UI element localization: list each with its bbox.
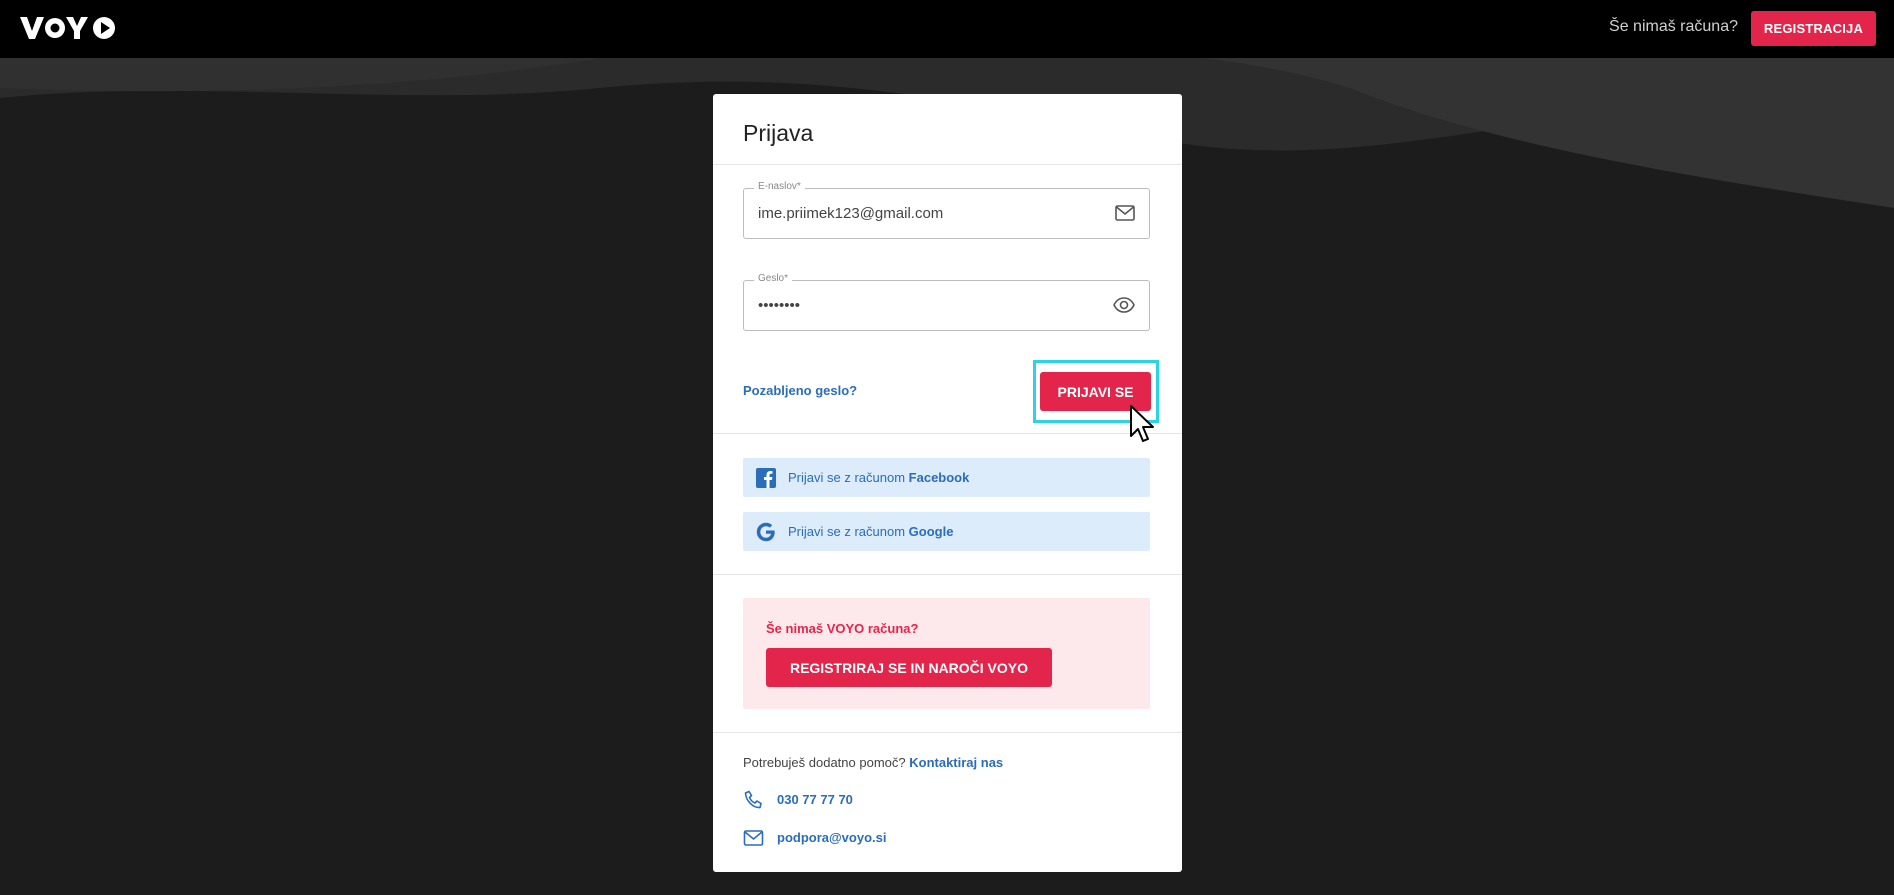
divider	[713, 574, 1182, 575]
register-button[interactable]: REGISTRACIJA	[1751, 11, 1876, 46]
phone-number: 030 77 77 70	[777, 792, 853, 807]
divider	[713, 433, 1182, 434]
email-input[interactable]	[758, 189, 1098, 238]
voyo-logo-mark	[20, 17, 115, 39]
facebook-login-button[interactable]: Prijavi se z računom Facebook	[743, 458, 1150, 497]
support-email: podpora@voyo.si	[777, 830, 887, 845]
email-field: E-naslov*	[743, 181, 1150, 239]
forgot-password-link[interactable]: Pozabljeno geslo?	[743, 383, 857, 398]
register-and-subscribe-button[interactable]: REGISTRIRAJ SE IN NAROČI VOYO	[766, 648, 1052, 687]
divider	[713, 732, 1182, 733]
facebook-login-label: Prijavi se z računom Facebook	[788, 470, 970, 485]
top-navigation-bar: Še nimaš računa? REGISTRACIJA	[0, 0, 1894, 58]
password-input[interactable]	[758, 281, 1098, 330]
signup-promo-box: Še nimaš VOYO računa? REGISTRIRAJ SE IN …	[743, 598, 1150, 709]
voyo-logo[interactable]	[20, 15, 116, 46]
google-icon	[756, 522, 776, 547]
facebook-icon	[756, 468, 776, 493]
envelope-icon	[743, 828, 765, 853]
password-field: Geslo*	[743, 273, 1150, 331]
login-card: Prijava E-naslov* Geslo* Pozabljeno gesl…	[713, 94, 1182, 872]
page-title: Prijava	[743, 120, 814, 146]
eye-icon[interactable]	[1113, 296, 1135, 319]
google-login-label: Prijavi se z računom Google	[788, 524, 954, 539]
promo-title: Še nimaš VOYO računa?	[766, 621, 919, 636]
divider	[713, 164, 1182, 165]
contact-us-link[interactable]: Kontaktiraj nas	[909, 755, 1003, 770]
mouse-cursor-icon	[1129, 404, 1161, 449]
envelope-icon	[1115, 204, 1135, 227]
no-account-text: Še nimaš računa?	[1609, 18, 1738, 35]
help-text: Potrebuješ dodatno pomoč? Kontaktiraj na…	[743, 755, 1004, 770]
phone-icon	[743, 790, 765, 815]
google-login-button[interactable]: Prijavi se z računom Google	[743, 512, 1150, 551]
